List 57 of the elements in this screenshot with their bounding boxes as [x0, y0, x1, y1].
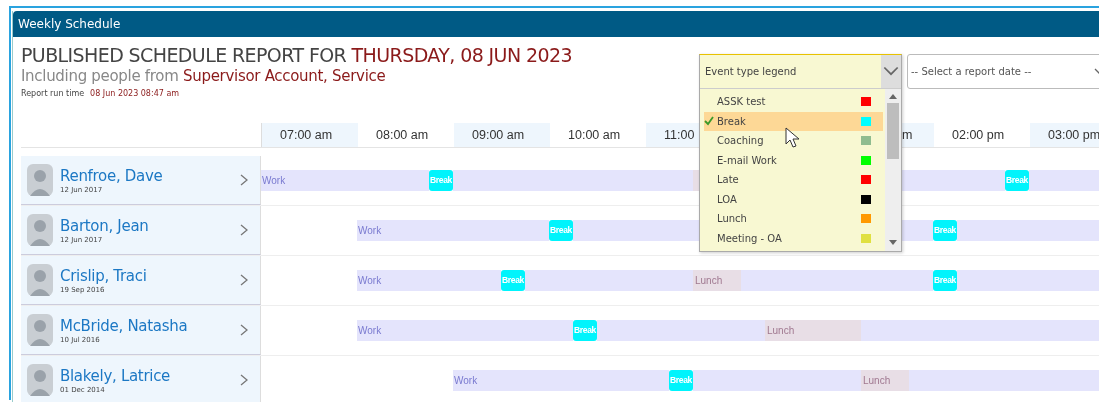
- work-bar: Work: [453, 370, 669, 391]
- run-time-value: 08 Jun 2023 08:47 am: [90, 89, 180, 98]
- break-block: Break: [501, 270, 525, 291]
- person-name: McBride, Natasha: [60, 316, 189, 336]
- chevron-right-icon: [240, 174, 248, 186]
- legend-item[interactable]: Late: [704, 170, 883, 190]
- report-title: PUBLISHED SCHEDULE REPORT FOR THURSDAY, 08 JUN 2023: [21, 43, 572, 67]
- chevron-right-icon: [240, 224, 248, 236]
- hour-header-cell-text: 02:00 pm: [951, 127, 1006, 144]
- break-block: Break: [669, 370, 693, 391]
- chevron-right-icon: [240, 324, 248, 336]
- work-bar: Work: [357, 320, 573, 341]
- break-block: Break: [933, 270, 957, 291]
- lunch-block: Lunch: [765, 320, 861, 341]
- break-block: Break: [429, 170, 453, 191]
- chevron-down-icon: [881, 55, 901, 88]
- person-name: Blakely, Latrice: [60, 366, 172, 386]
- avatar-silhouette: [27, 164, 53, 196]
- check-icon: [704, 116, 714, 127]
- report-subtitle: Including people from Supervisor Account, Service: [21, 67, 386, 85]
- legend-item[interactable]: LOA: [704, 189, 883, 209]
- hour-header-cell: 07:00 am: [262, 123, 358, 147]
- scrollbar[interactable]: [885, 89, 901, 251]
- break-block: Break: [1005, 170, 1029, 191]
- avatar-silhouette: [27, 214, 53, 246]
- legend-dropdown[interactable]: Event type legend: [700, 55, 901, 89]
- person-name: Renfroe, Dave: [60, 166, 164, 186]
- legend-item[interactable]: ASSK test: [704, 92, 883, 112]
- work-bar: Work: [357, 220, 549, 241]
- avatar-silhouette: [27, 264, 53, 296]
- hour-header-cell: 03:00 pm: [1030, 123, 1099, 147]
- work-bar: Work: [261, 170, 429, 191]
- break-block: Break: [573, 320, 597, 341]
- report-date-select[interactable]: -- Select a report date --: [907, 54, 1099, 89]
- legend-item[interactable]: Lunch: [704, 209, 883, 229]
- hour-header-cell-text: 08:00 am: [375, 127, 430, 144]
- chevron-right-icon: [240, 274, 248, 286]
- avatar-silhouette: [27, 314, 53, 346]
- break-block: Break: [549, 220, 573, 241]
- lunch-block: Lunch: [693, 270, 741, 291]
- run-time-label: Report run time: [21, 89, 85, 98]
- chevron-right-icon: [240, 374, 248, 386]
- legend-item[interactable]: Break: [704, 111, 883, 131]
- person-name: Barton, Jean: [60, 216, 150, 236]
- legend-item[interactable]: Meeting - OA: [704, 228, 883, 248]
- lunch-block: Lunch: [861, 370, 909, 391]
- work-bar: [1029, 170, 1099, 191]
- window-title: Weekly Schedule: [18, 17, 121, 31]
- work-bar: Work: [357, 270, 501, 291]
- scroll-thumb[interactable]: [887, 103, 899, 159]
- hour-header-cell: 09:00 am: [454, 123, 550, 147]
- scroll-up-icon: [889, 94, 897, 99]
- hour-header-cell-text: 10:00 am: [567, 127, 622, 144]
- break-block: Break: [933, 220, 957, 241]
- avatar-silhouette: [27, 364, 53, 396]
- person-name: Crislip, Traci: [60, 266, 148, 286]
- legend-item[interactable]: E-mail Work: [704, 150, 883, 170]
